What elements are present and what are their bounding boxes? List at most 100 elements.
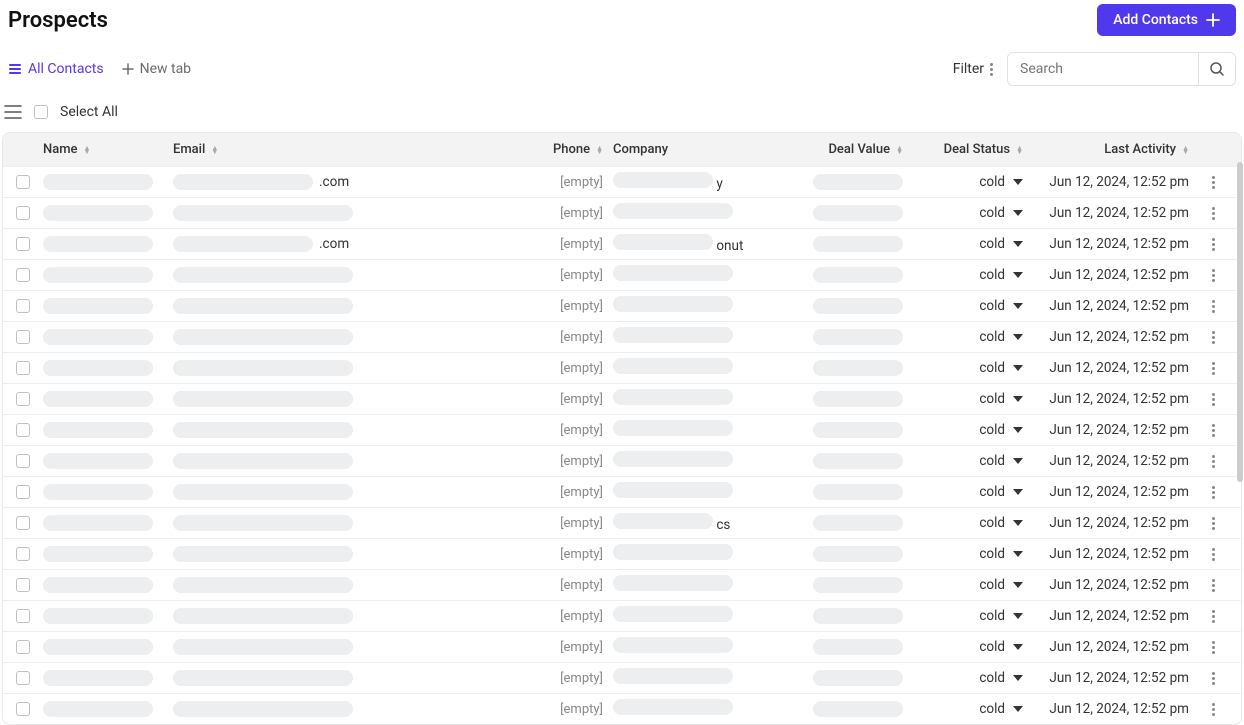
search-input[interactable] xyxy=(1008,53,1198,85)
row-checkbox[interactable] xyxy=(16,392,30,406)
caret-down-icon[interactable] xyxy=(1013,489,1023,495)
caret-down-icon[interactable] xyxy=(1013,179,1023,185)
table-row[interactable]: [empty] cold Jun 12, 2024, 12:52 pm xyxy=(3,538,1241,569)
row-actions-button[interactable] xyxy=(1212,362,1215,375)
col-dealstatus-header[interactable]: Deal Status ▲▼ xyxy=(903,142,1023,157)
caret-down-icon[interactable] xyxy=(1013,613,1023,619)
scrollbar[interactable] xyxy=(1237,162,1243,482)
table-row[interactable]: [empty] cold Jun 12, 2024, 12:52 pm xyxy=(3,321,1241,352)
row-actions-button[interactable] xyxy=(1212,579,1215,592)
col-phone-header[interactable]: Phone ▲▼ xyxy=(513,142,603,157)
table-row[interactable]: [empty] cold Jun 12, 2024, 12:52 pm xyxy=(3,383,1241,414)
caret-down-icon[interactable] xyxy=(1013,365,1023,371)
row-actions-button[interactable] xyxy=(1212,672,1215,685)
select-all-label: Select All xyxy=(60,104,118,120)
col-lastactivity-header[interactable]: Last Activity ▲▼ xyxy=(1023,142,1193,157)
row-checkbox[interactable] xyxy=(16,175,30,189)
col-dealstatus-label: Deal Status xyxy=(944,142,1010,157)
row-checkbox[interactable] xyxy=(16,361,30,375)
row-checkbox[interactable] xyxy=(16,609,30,623)
caret-down-icon[interactable] xyxy=(1013,458,1023,464)
col-company-header[interactable]: Company xyxy=(603,142,793,157)
row-actions-button[interactable] xyxy=(1212,424,1215,437)
caret-down-icon[interactable] xyxy=(1013,210,1023,216)
row-actions-button[interactable] xyxy=(1212,331,1215,344)
row-checkbox[interactable] xyxy=(16,330,30,344)
caret-down-icon[interactable] xyxy=(1013,334,1023,340)
redacted-name xyxy=(43,360,153,376)
search-button[interactable] xyxy=(1198,53,1235,85)
redacted-company xyxy=(613,575,733,591)
table-row[interactable]: [empty] cold Jun 12, 2024, 12:52 pm xyxy=(3,476,1241,507)
col-dealvalue-header[interactable]: Deal Value ▲▼ xyxy=(793,142,903,157)
caret-down-icon[interactable] xyxy=(1013,272,1023,278)
row-checkbox[interactable] xyxy=(16,547,30,561)
tab-all-contacts[interactable]: All Contacts xyxy=(8,61,104,77)
last-activity-value: Jun 12, 2024, 12:52 pm xyxy=(1049,701,1189,717)
redacted-email xyxy=(173,701,353,717)
row-checkbox[interactable] xyxy=(16,671,30,685)
table-row[interactable]: [empty] cold Jun 12, 2024, 12:52 pm xyxy=(3,352,1241,383)
row-checkbox[interactable] xyxy=(16,516,30,530)
row-actions-button[interactable] xyxy=(1212,176,1215,189)
caret-down-icon[interactable] xyxy=(1013,644,1023,650)
row-checkbox[interactable] xyxy=(16,423,30,437)
table-row[interactable]: [empty] cold Jun 12, 2024, 12:52 pm xyxy=(3,290,1241,321)
redacted-company xyxy=(613,699,733,715)
add-contacts-label: Add Contacts xyxy=(1113,12,1198,28)
row-actions-button[interactable] xyxy=(1212,486,1215,499)
row-checkbox[interactable] xyxy=(16,640,30,654)
caret-down-icon[interactable] xyxy=(1013,241,1023,247)
select-all-checkbox[interactable] xyxy=(34,105,48,119)
table-row[interactable]: [empty] cold Jun 12, 2024, 12:52 pm xyxy=(3,662,1241,693)
table-row[interactable]: [empty] cs cold Jun 12, 2024, 12:52 pm xyxy=(3,507,1241,538)
col-name-header[interactable]: Name ▲▼ xyxy=(43,142,173,157)
table-row[interactable]: [empty] cold Jun 12, 2024, 12:52 pm xyxy=(3,569,1241,600)
caret-down-icon[interactable] xyxy=(1013,706,1023,712)
row-checkbox[interactable] xyxy=(16,485,30,499)
row-actions-button[interactable] xyxy=(1212,703,1215,716)
phone-empty: [empty] xyxy=(560,547,603,562)
caret-down-icon[interactable] xyxy=(1013,396,1023,402)
table-row[interactable]: [empty] cold Jun 12, 2024, 12:52 pm xyxy=(3,631,1241,662)
table-row[interactable]: [empty] cold Jun 12, 2024, 12:52 pm xyxy=(3,259,1241,290)
table-row[interactable]: [empty] cold Jun 12, 2024, 12:52 pm xyxy=(3,197,1241,228)
caret-down-icon[interactable] xyxy=(1013,551,1023,557)
row-actions-button[interactable] xyxy=(1212,455,1215,468)
table-row[interactable]: .com [empty] onut cold Jun 12, 2024, 12:… xyxy=(3,228,1241,259)
table-row[interactable]: [empty] cold Jun 12, 2024, 12:52 pm xyxy=(3,600,1241,631)
table-row[interactable]: .com [empty] y cold Jun 12, 2024, 12:52 … xyxy=(3,166,1241,197)
hamburger-icon[interactable] xyxy=(4,105,22,119)
row-actions-button[interactable] xyxy=(1212,393,1215,406)
col-email-header[interactable]: Email ▲▼ xyxy=(173,142,513,157)
row-actions-button[interactable] xyxy=(1212,207,1215,220)
row-actions-button[interactable] xyxy=(1212,517,1215,530)
row-actions-button[interactable] xyxy=(1212,300,1215,313)
caret-down-icon[interactable] xyxy=(1013,303,1023,309)
row-actions-button[interactable] xyxy=(1212,548,1215,561)
redacted-dealvalue xyxy=(813,453,903,469)
row-checkbox[interactable] xyxy=(16,702,30,716)
row-checkbox[interactable] xyxy=(16,206,30,220)
filter-button[interactable]: Filter xyxy=(953,61,993,77)
row-checkbox[interactable] xyxy=(16,268,30,282)
row-actions-button[interactable] xyxy=(1212,610,1215,623)
redacted-dealvalue xyxy=(813,670,903,686)
caret-down-icon[interactable] xyxy=(1013,675,1023,681)
caret-down-icon[interactable] xyxy=(1013,520,1023,526)
table-row[interactable]: [empty] cold Jun 12, 2024, 12:52 pm xyxy=(3,693,1241,724)
row-checkbox[interactable] xyxy=(16,299,30,313)
table-row[interactable]: [empty] cold Jun 12, 2024, 12:52 pm xyxy=(3,445,1241,476)
deal-status-value: cold xyxy=(979,422,1005,438)
tab-new[interactable]: New tab xyxy=(122,61,191,77)
row-checkbox[interactable] xyxy=(16,578,30,592)
row-actions-button[interactable] xyxy=(1212,269,1215,282)
row-checkbox[interactable] xyxy=(16,237,30,251)
caret-down-icon[interactable] xyxy=(1013,427,1023,433)
row-actions-button[interactable] xyxy=(1212,238,1215,251)
row-checkbox[interactable] xyxy=(16,454,30,468)
table-row[interactable]: [empty] cold Jun 12, 2024, 12:52 pm xyxy=(3,414,1241,445)
caret-down-icon[interactable] xyxy=(1013,582,1023,588)
add-contacts-button[interactable]: Add Contacts xyxy=(1097,4,1236,36)
row-actions-button[interactable] xyxy=(1212,641,1215,654)
